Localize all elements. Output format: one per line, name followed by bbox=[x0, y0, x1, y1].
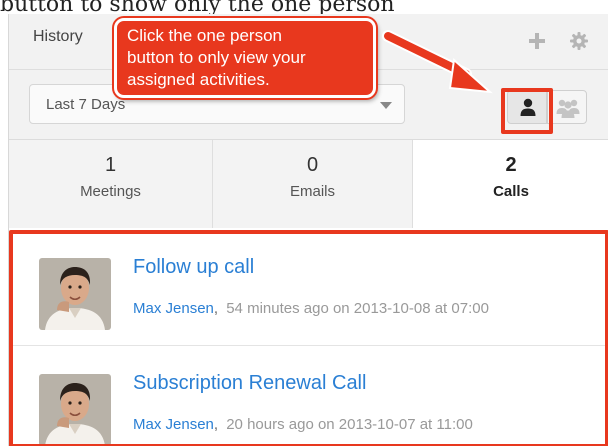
instruction-callout: Click the one person button to only view… bbox=[114, 18, 376, 98]
activity-title-link[interactable]: Subscription Renewal Call bbox=[133, 372, 366, 395]
tab-meetings[interactable]: 1 Meetings bbox=[9, 140, 213, 228]
author-link[interactable]: Max Jensen bbox=[133, 416, 214, 433]
separator: , bbox=[213, 416, 219, 433]
chevron-down-icon bbox=[380, 102, 392, 109]
callout-line: Click the one person bbox=[127, 26, 282, 45]
tab-calls[interactable]: 2 Calls bbox=[413, 140, 608, 228]
dashlet-title: History bbox=[33, 28, 83, 45]
plus-icon[interactable] bbox=[527, 31, 547, 51]
activity-title-link[interactable]: Follow up call bbox=[133, 256, 254, 279]
tab-label: Emails bbox=[289, 183, 335, 200]
activity-timestamp: 20 hours ago on 2013-10-07 at 11:00 bbox=[226, 416, 473, 433]
callout-arrow-icon bbox=[382, 30, 493, 94]
single-person-icon bbox=[520, 98, 536, 116]
tab-count: 2 bbox=[505, 154, 517, 176]
tab-label: Calls bbox=[493, 183, 529, 200]
group-icon bbox=[556, 99, 580, 118]
callout-line: assigned activities. bbox=[127, 70, 270, 89]
tab-label: Meetings bbox=[80, 183, 141, 200]
date-range-value: Last 7 Days bbox=[46, 96, 126, 113]
activity-tabs: 1 Meetings 0 Emails 2 Calls bbox=[9, 140, 608, 228]
tab-count: 0 bbox=[306, 154, 319, 176]
activity-list: Follow up call Max Jensen, 54 minutes ag… bbox=[9, 234, 608, 446]
callout-line: button to only view your bbox=[127, 48, 306, 67]
gear-icon[interactable] bbox=[569, 31, 589, 51]
tab-emails[interactable]: 0 Emails bbox=[213, 140, 413, 228]
activity-meta: Max Jensen, 54 minutes ago on 2013-10-08… bbox=[133, 300, 489, 317]
activity-meta: Max Jensen, 20 hours ago on 2013-10-07 a… bbox=[133, 416, 473, 433]
activity-timestamp: 54 minutes ago on 2013-10-08 at 07:00 bbox=[226, 300, 489, 317]
my-activities-button[interactable] bbox=[507, 90, 547, 124]
team-activities-button[interactable] bbox=[547, 90, 587, 124]
separator: , bbox=[213, 300, 219, 317]
author-link[interactable]: Max Jensen bbox=[133, 300, 214, 317]
avatar[interactable] bbox=[39, 374, 111, 446]
list-item[interactable]: Follow up call Max Jensen, 54 minutes ag… bbox=[9, 234, 608, 346]
tab-count: 1 bbox=[104, 154, 117, 176]
avatar[interactable] bbox=[39, 258, 111, 330]
list-item[interactable]: Subscription Renewal Call Max Jensen, 20… bbox=[9, 346, 608, 446]
